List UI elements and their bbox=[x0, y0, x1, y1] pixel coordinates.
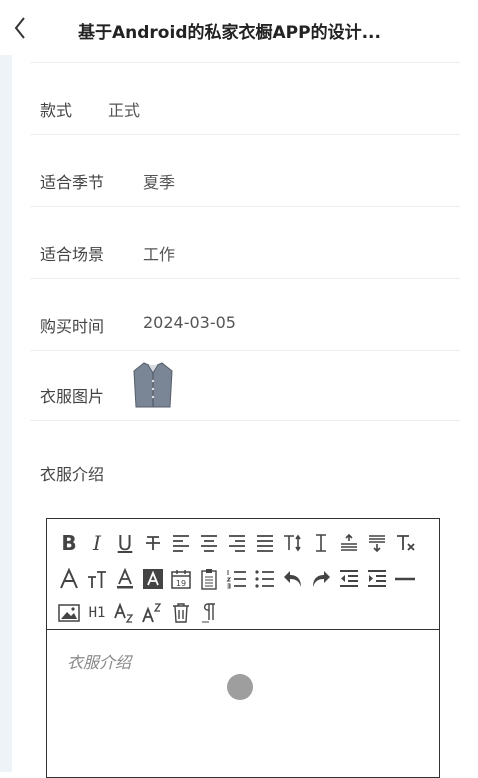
strikethrough-icon[interactable] bbox=[141, 531, 165, 555]
field-value: 正式 bbox=[108, 101, 141, 120]
field-description: 衣服介绍 bbox=[30, 420, 460, 519]
redo-icon[interactable] bbox=[309, 567, 333, 591]
bold-icon[interactable]: B bbox=[57, 531, 81, 555]
background-color-icon[interactable] bbox=[141, 567, 165, 591]
line-height-icon[interactable] bbox=[309, 531, 333, 555]
field-image: 衣服图片 bbox=[30, 350, 460, 421]
left-edge-strip bbox=[0, 55, 12, 772]
superscript-icon[interactable] bbox=[141, 601, 165, 625]
italic-icon[interactable]: I bbox=[85, 531, 109, 555]
subscript-icon[interactable] bbox=[113, 601, 137, 625]
delete-icon[interactable] bbox=[169, 601, 193, 625]
field-value: 夏季 bbox=[143, 173, 176, 192]
font-size-icon[interactable] bbox=[281, 531, 305, 555]
page-title: 基于Android的私家衣橱APP的设计... bbox=[78, 23, 381, 43]
clear-format-icon[interactable] bbox=[393, 531, 417, 555]
heading-icon[interactable]: H1 bbox=[85, 601, 109, 625]
align-center-icon[interactable] bbox=[197, 531, 221, 555]
align-left-icon[interactable] bbox=[169, 531, 193, 555]
font-color-icon[interactable] bbox=[113, 567, 137, 591]
editor-placeholder[interactable]: 衣服介绍 bbox=[67, 649, 131, 673]
clipboard-icon[interactable] bbox=[197, 567, 221, 591]
field-label: 适合季节 bbox=[40, 173, 105, 192]
ordered-list-icon[interactable] bbox=[225, 567, 249, 591]
paragraph-icon[interactable] bbox=[197, 601, 221, 625]
horizontal-rule-icon[interactable] bbox=[393, 567, 417, 591]
shirt-icon bbox=[133, 362, 173, 408]
field-scene: 适合场景 工作 bbox=[30, 206, 460, 279]
top-bar: 基于Android的私家衣橱APP的设计... bbox=[0, 0, 478, 55]
back-button[interactable] bbox=[6, 14, 34, 42]
image-icon[interactable] bbox=[57, 601, 81, 625]
align-right-icon[interactable] bbox=[225, 531, 249, 555]
unordered-list-icon[interactable] bbox=[253, 567, 277, 591]
align-justify-icon[interactable] bbox=[253, 531, 277, 555]
underline-icon[interactable]: U bbox=[113, 531, 137, 555]
indent-top-icon[interactable] bbox=[337, 531, 361, 555]
touch-indicator bbox=[227, 674, 253, 700]
clothing-thumbnail[interactable] bbox=[130, 359, 176, 411]
field-value: 2024-03-05 bbox=[143, 313, 236, 332]
date-icon[interactable]: 19 bbox=[169, 567, 193, 591]
editor-toolbar: B I U 19 H1 bbox=[47, 519, 439, 630]
field-label: 适合场景 bbox=[40, 245, 105, 264]
field-label: 购买时间 bbox=[40, 317, 105, 336]
field-label: 款式 bbox=[40, 101, 73, 120]
outdent-icon[interactable] bbox=[337, 567, 361, 591]
field-purchase-date: 购买时间 2024-03-05 bbox=[30, 278, 460, 351]
field-season: 适合季节 夏季 bbox=[30, 134, 460, 207]
field-label: 衣服图片 bbox=[40, 387, 105, 406]
svg-text:19: 19 bbox=[176, 579, 186, 588]
rich-text-editor: B I U 19 H1 衣服介绍 bbox=[46, 518, 440, 778]
indent-icon[interactable] bbox=[365, 567, 389, 591]
field-label: 衣服介绍 bbox=[40, 465, 105, 484]
indent-bottom-icon[interactable] bbox=[365, 531, 389, 555]
chevron-left-icon bbox=[14, 17, 25, 39]
font-family-icon[interactable] bbox=[57, 567, 81, 591]
field-style: 款式 正式 bbox=[30, 62, 460, 135]
font-size-small-icon[interactable] bbox=[85, 567, 109, 591]
undo-icon[interactable] bbox=[281, 567, 305, 591]
field-value: 工作 bbox=[143, 245, 176, 264]
